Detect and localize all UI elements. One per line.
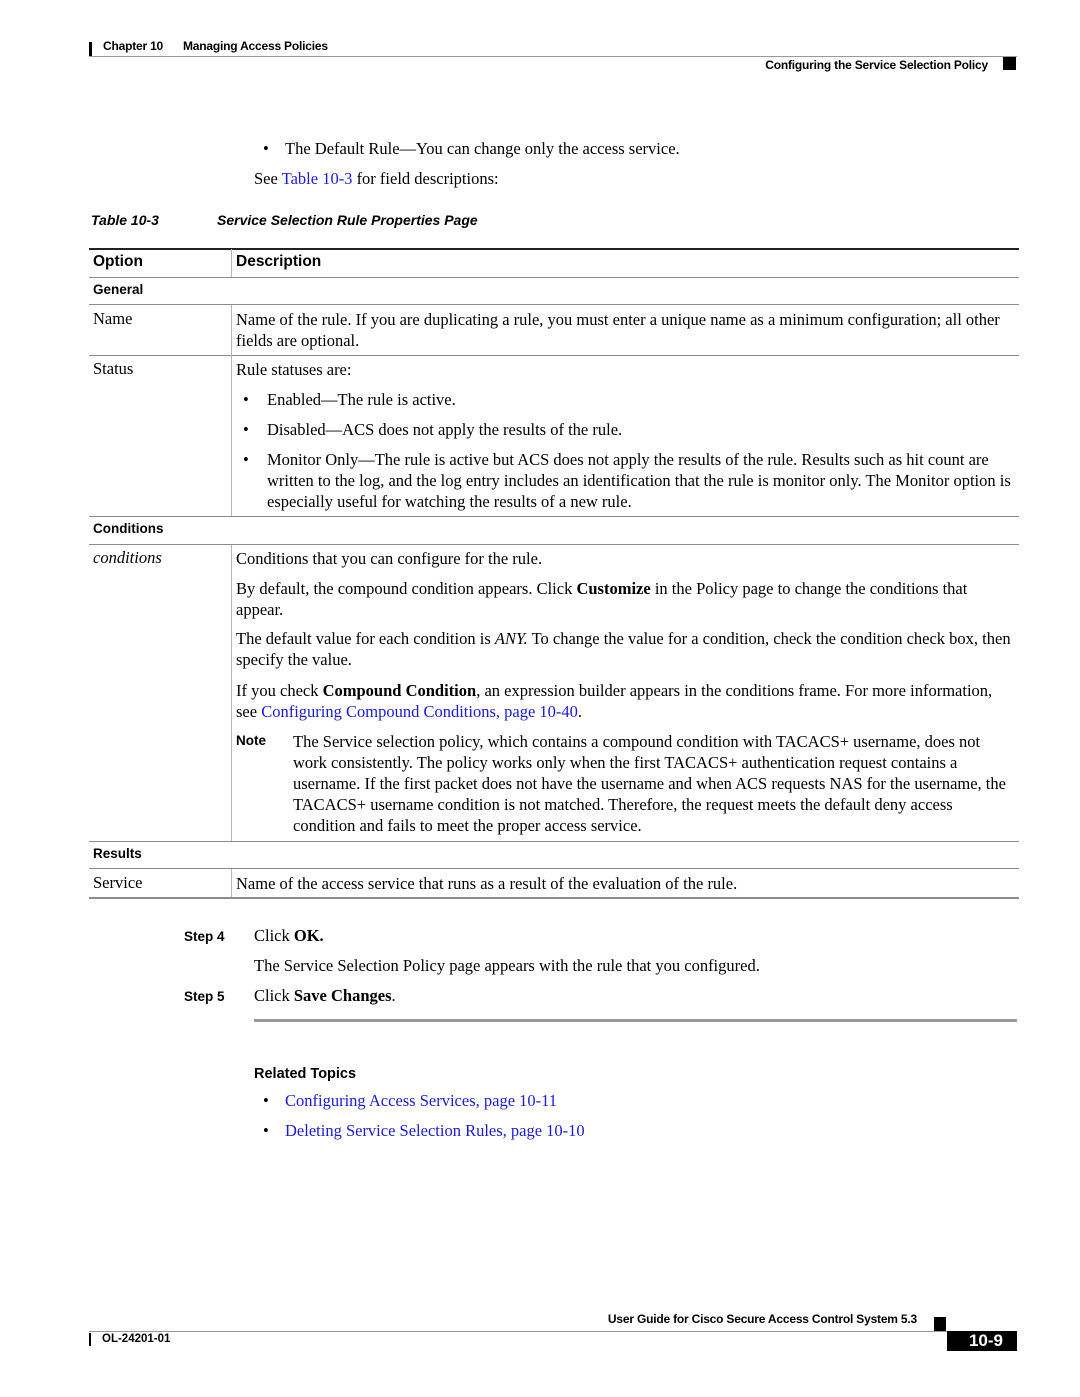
column-divider [231,869,232,897]
section-conditions: Conditions [93,521,164,536]
column-divider [231,305,232,516]
bullet-icon: • [263,1121,269,1140]
conditions-paragraph-3: The default value for each condition is … [236,628,1016,670]
description-name: Name of the rule. If you are duplicating… [236,310,1000,350]
page-number-tab: 10-9 [947,1331,1017,1351]
section-general: General [93,282,144,297]
bullet-icon: • [243,390,249,409]
ok-term: OK. [293,926,324,945]
bullet-icon: • [263,139,269,158]
column-header-description: Description [236,253,322,270]
page-number: 10-9 [968,1331,1003,1350]
option-service: Service [93,873,143,892]
compound-condition-term: Compound Condition [322,681,477,700]
step-4-label: Step 4 [184,929,225,944]
note-label: Note [236,733,266,748]
status-bullet: • Disabled—ACS does not apply the result… [236,419,1016,440]
see-prefix: See [254,169,282,188]
table-row-rule [89,516,1019,517]
related-topic-link[interactable]: Configuring Access Services, page 10-11 [285,1091,557,1111]
status-bullet: • Monitor Only—The rule is active but AC… [236,449,1016,512]
text-run: Click [254,986,294,1005]
table-bottom-rule [89,897,1019,899]
status-bullet-text: Monitor Only—The rule is active but ACS … [267,450,1011,511]
step-5-label: Step 5 [184,989,225,1004]
option-status: Status [93,359,134,378]
chapter-label: Chapter 10 [103,39,164,53]
header-marker-block [1003,57,1016,70]
text-run: . [577,702,583,721]
conditions-paragraph-4: If you check Compound Condition, an expr… [236,680,1016,722]
see-suffix: for field descriptions: [352,169,499,188]
status-bullet-text: Enabled—The rule is active. [267,390,456,409]
description-status-intro: Rule statuses are: [236,360,352,379]
conditions-paragraph-1: Conditions that you can configure for th… [236,549,543,568]
table-section-rule [89,868,1019,869]
table-header-rule [89,277,1019,278]
chapter-title: Managing Access Policies [183,39,328,53]
table-caption-title: Service Selection Rule Properties Page [217,212,478,228]
text-run: . [391,986,396,1005]
header-rule [89,56,1017,57]
customize-term: Customize [576,579,651,598]
text-run: By default, the compound condition appea… [236,579,577,598]
conditions-paragraph-2: By default, the compound condition appea… [236,578,1016,620]
table-row-rule [89,841,1019,842]
compound-conditions-link[interactable]: Configuring Compound Conditions, page 10… [261,702,578,721]
document-number: OL-24201-01 [102,1333,171,1345]
status-bullet: • Enabled—The rule is active. [236,389,1016,410]
section-results: Results [93,846,142,861]
option-conditions: conditions [93,548,162,567]
table-top-rule [89,248,1019,250]
table-row-rule [89,355,1019,356]
related-topic-link[interactable]: Deleting Service Selection Rules, page 1… [285,1121,585,1141]
step-4-followup: The Service Selection Policy page appear… [254,956,760,975]
note-text: The Service selection policy, which cont… [293,732,1006,835]
column-divider [231,249,232,277]
guide-title: User Guide for Cisco Secure Access Contr… [607,1312,917,1326]
column-header-option: Option [93,253,143,270]
step-5-text: Click Save Changes. [254,986,396,1006]
status-bullet-text: Disabled—ACS does not apply the results … [267,420,623,439]
option-name: Name [93,309,133,328]
intro-bullet-text: The Default Rule—You can change only the… [285,139,680,158]
footer-bar [89,1333,91,1346]
header-bar [89,42,92,56]
bullet-icon: • [263,1091,269,1110]
see-table-paragraph: See Table 10-3 for field descriptions: [254,169,499,189]
save-changes-term: Save Changes [293,986,392,1005]
bullet-icon: • [243,450,249,469]
table-10-3-link[interactable]: Table 10-3 [282,169,353,188]
procedure-end-rule [254,1019,1017,1022]
table-section-rule [89,544,1019,545]
text-run: The default value for each condition is [236,629,495,648]
related-topics-heading: Related Topics [254,1066,357,1082]
text-run: Click [254,926,294,945]
column-divider [231,545,232,841]
table-caption-number: Table 10-3 [91,212,159,228]
description-service: Name of the access service that runs as … [236,874,738,893]
footer-marker-block [934,1317,946,1331]
table-section-rule [89,304,1019,305]
step-4-text: Click OK. [254,926,324,946]
text-run: If you check [236,681,323,700]
bullet-icon: • [243,420,249,439]
footer-rule [89,1331,1017,1332]
any-term: ANY. [494,629,528,648]
section-title: Configuring the Service Selection Policy [765,58,988,72]
